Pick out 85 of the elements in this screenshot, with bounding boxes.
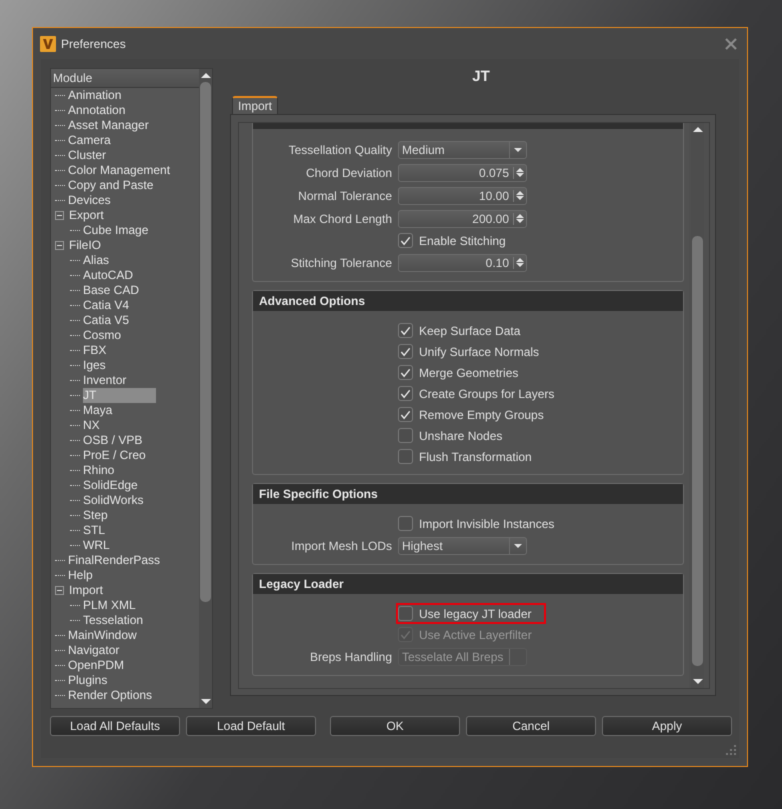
- collapse-icon[interactable]: [55, 586, 64, 595]
- tree-item[interactable]: Step: [83, 508, 168, 523]
- tree-item[interactable]: WRL: [83, 538, 170, 553]
- spin-box[interactable]: 0.10: [398, 254, 527, 272]
- tree-item[interactable]: PLM XML: [83, 598, 196, 613]
- tree-item[interactable]: Catia V5: [83, 313, 190, 328]
- scrollbar[interactable]: [199, 69, 212, 708]
- checkbox[interactable]: Remove Empty Groups: [396, 404, 554, 425]
- tree-item[interactable]: Render Options: [68, 688, 199, 703]
- checkbox[interactable]: Merge Geometries: [396, 362, 528, 383]
- dialog-button[interactable]: OK: [330, 716, 460, 736]
- tree-item[interactable]: Annotation: [68, 103, 186, 118]
- scroll-down-icon[interactable]: [692, 679, 702, 684]
- dropdown[interactable]: Medium: [398, 140, 527, 158]
- collapse-icon[interactable]: [55, 211, 64, 220]
- tree-item[interactable]: OSB / VPB: [83, 433, 199, 448]
- app-icon: [40, 36, 56, 52]
- tree-item[interactable]: Export: [69, 208, 164, 223]
- tree-item[interactable]: NX: [83, 418, 160, 433]
- tree-item[interactable]: SolidWorks: [83, 493, 199, 508]
- close-icon[interactable]: [725, 38, 737, 50]
- field-label: Breps Handling: [310, 650, 392, 664]
- tab[interactable]: Import: [232, 96, 278, 114]
- tree-item[interactable]: AutoCAD: [83, 268, 194, 283]
- tree-item[interactable]: Iges: [83, 358, 166, 373]
- tree-item[interactable]: Help: [68, 568, 153, 583]
- field-label: Import Mesh LODs: [291, 538, 392, 552]
- scroll-up-icon[interactable]: [692, 127, 702, 132]
- checkbox[interactable]: Keep Surface Data: [396, 320, 530, 341]
- checkbox[interactable]: Import Invisible Instances: [396, 513, 564, 534]
- tree-item[interactable]: SolidEdge: [83, 478, 198, 493]
- page-title: JT: [471, 68, 491, 87]
- tree-item[interactable]: ProE / Creo: [83, 448, 199, 463]
- tree-item[interactable]: Cube Image: [83, 223, 199, 238]
- tree-item[interactable]: Rhino: [83, 463, 174, 478]
- dialog-button[interactable]: Load All Defaults: [50, 716, 180, 736]
- tree-item[interactable]: Navigator: [68, 643, 180, 658]
- tree-item[interactable]: OpenPDM: [68, 658, 184, 673]
- tree-item[interactable]: Animation: [68, 88, 182, 103]
- tree-item[interactable]: Base CAD: [83, 283, 199, 298]
- group-title: Legacy Loader: [259, 577, 344, 591]
- size-grip-icon[interactable]: [726, 745, 736, 755]
- tree-item[interactable]: Catia V4: [83, 298, 190, 313]
- dialog-button[interactable]: Cancel: [466, 716, 596, 736]
- field-label: Stitching Tolerance: [290, 256, 392, 270]
- dropdown[interactable]: Highest: [398, 536, 527, 554]
- tree-item[interactable]: Import: [69, 583, 164, 598]
- checkbox[interactable]: Enable Stitching: [396, 230, 516, 251]
- tree-item[interactable]: Alias: [83, 253, 170, 268]
- spin-box[interactable]: 0.075: [398, 164, 527, 182]
- tree-item[interactable]: Copy and Paste: [68, 178, 199, 193]
- window-title: Preferences: [61, 36, 126, 50]
- tree-item[interactable]: Camera: [68, 133, 171, 148]
- tree-item[interactable]: Color Management: [68, 163, 199, 178]
- column-header[interactable]: Module: [51, 69, 199, 88]
- tree-item[interactable]: Devices: [68, 193, 171, 208]
- collapse-icon[interactable]: [55, 241, 64, 250]
- tree-item[interactable]: Asset Manager: [68, 118, 199, 133]
- spin-box[interactable]: 200.00: [398, 210, 527, 228]
- tree-item[interactable]: Cosmo: [83, 328, 182, 343]
- tree-item[interactable]: FileIO: [69, 238, 162, 253]
- tree-item[interactable]: Cluster: [68, 148, 166, 163]
- field-label: Chord Deviation: [306, 166, 392, 180]
- tree-item[interactable]: FBX: [83, 343, 166, 358]
- checkbox[interactable]: Flush Transformation: [396, 446, 542, 467]
- tree-item[interactable]: Maya: [83, 403, 172, 418]
- checkbox[interactable]: Unshare Nodes: [396, 425, 512, 446]
- checkbox[interactable]: Use legacy JT loader: [396, 603, 546, 624]
- field-label: Tessellation Quality: [288, 142, 392, 156]
- dialog-button[interactable]: Load Default: [186, 716, 316, 736]
- tree-item[interactable]: MainWindow: [68, 628, 197, 643]
- group-title: File Specific Options: [259, 487, 378, 501]
- tree-item[interactable]: FinalRenderPass: [68, 553, 199, 568]
- tree-item[interactable]: Inventor: [83, 373, 186, 388]
- tree-item[interactable]: Tesselation: [83, 613, 199, 628]
- checkbox[interactable]: Create Groups for Layers: [396, 383, 564, 404]
- field-label: Max Chord Length: [293, 212, 392, 226]
- scroll-down-icon[interactable]: [200, 699, 210, 704]
- tree-item[interactable]: Plugins: [68, 673, 168, 688]
- spin-box[interactable]: 10.00: [398, 186, 527, 204]
- group-title: Advanced Options: [259, 294, 366, 308]
- dialog-button[interactable]: Apply: [602, 716, 732, 736]
- checkbox[interactable]: Unify Surface Normals: [396, 341, 550, 362]
- tree-item[interactable]: STL: [83, 523, 166, 538]
- field-label: Normal Tolerance: [298, 188, 392, 202]
